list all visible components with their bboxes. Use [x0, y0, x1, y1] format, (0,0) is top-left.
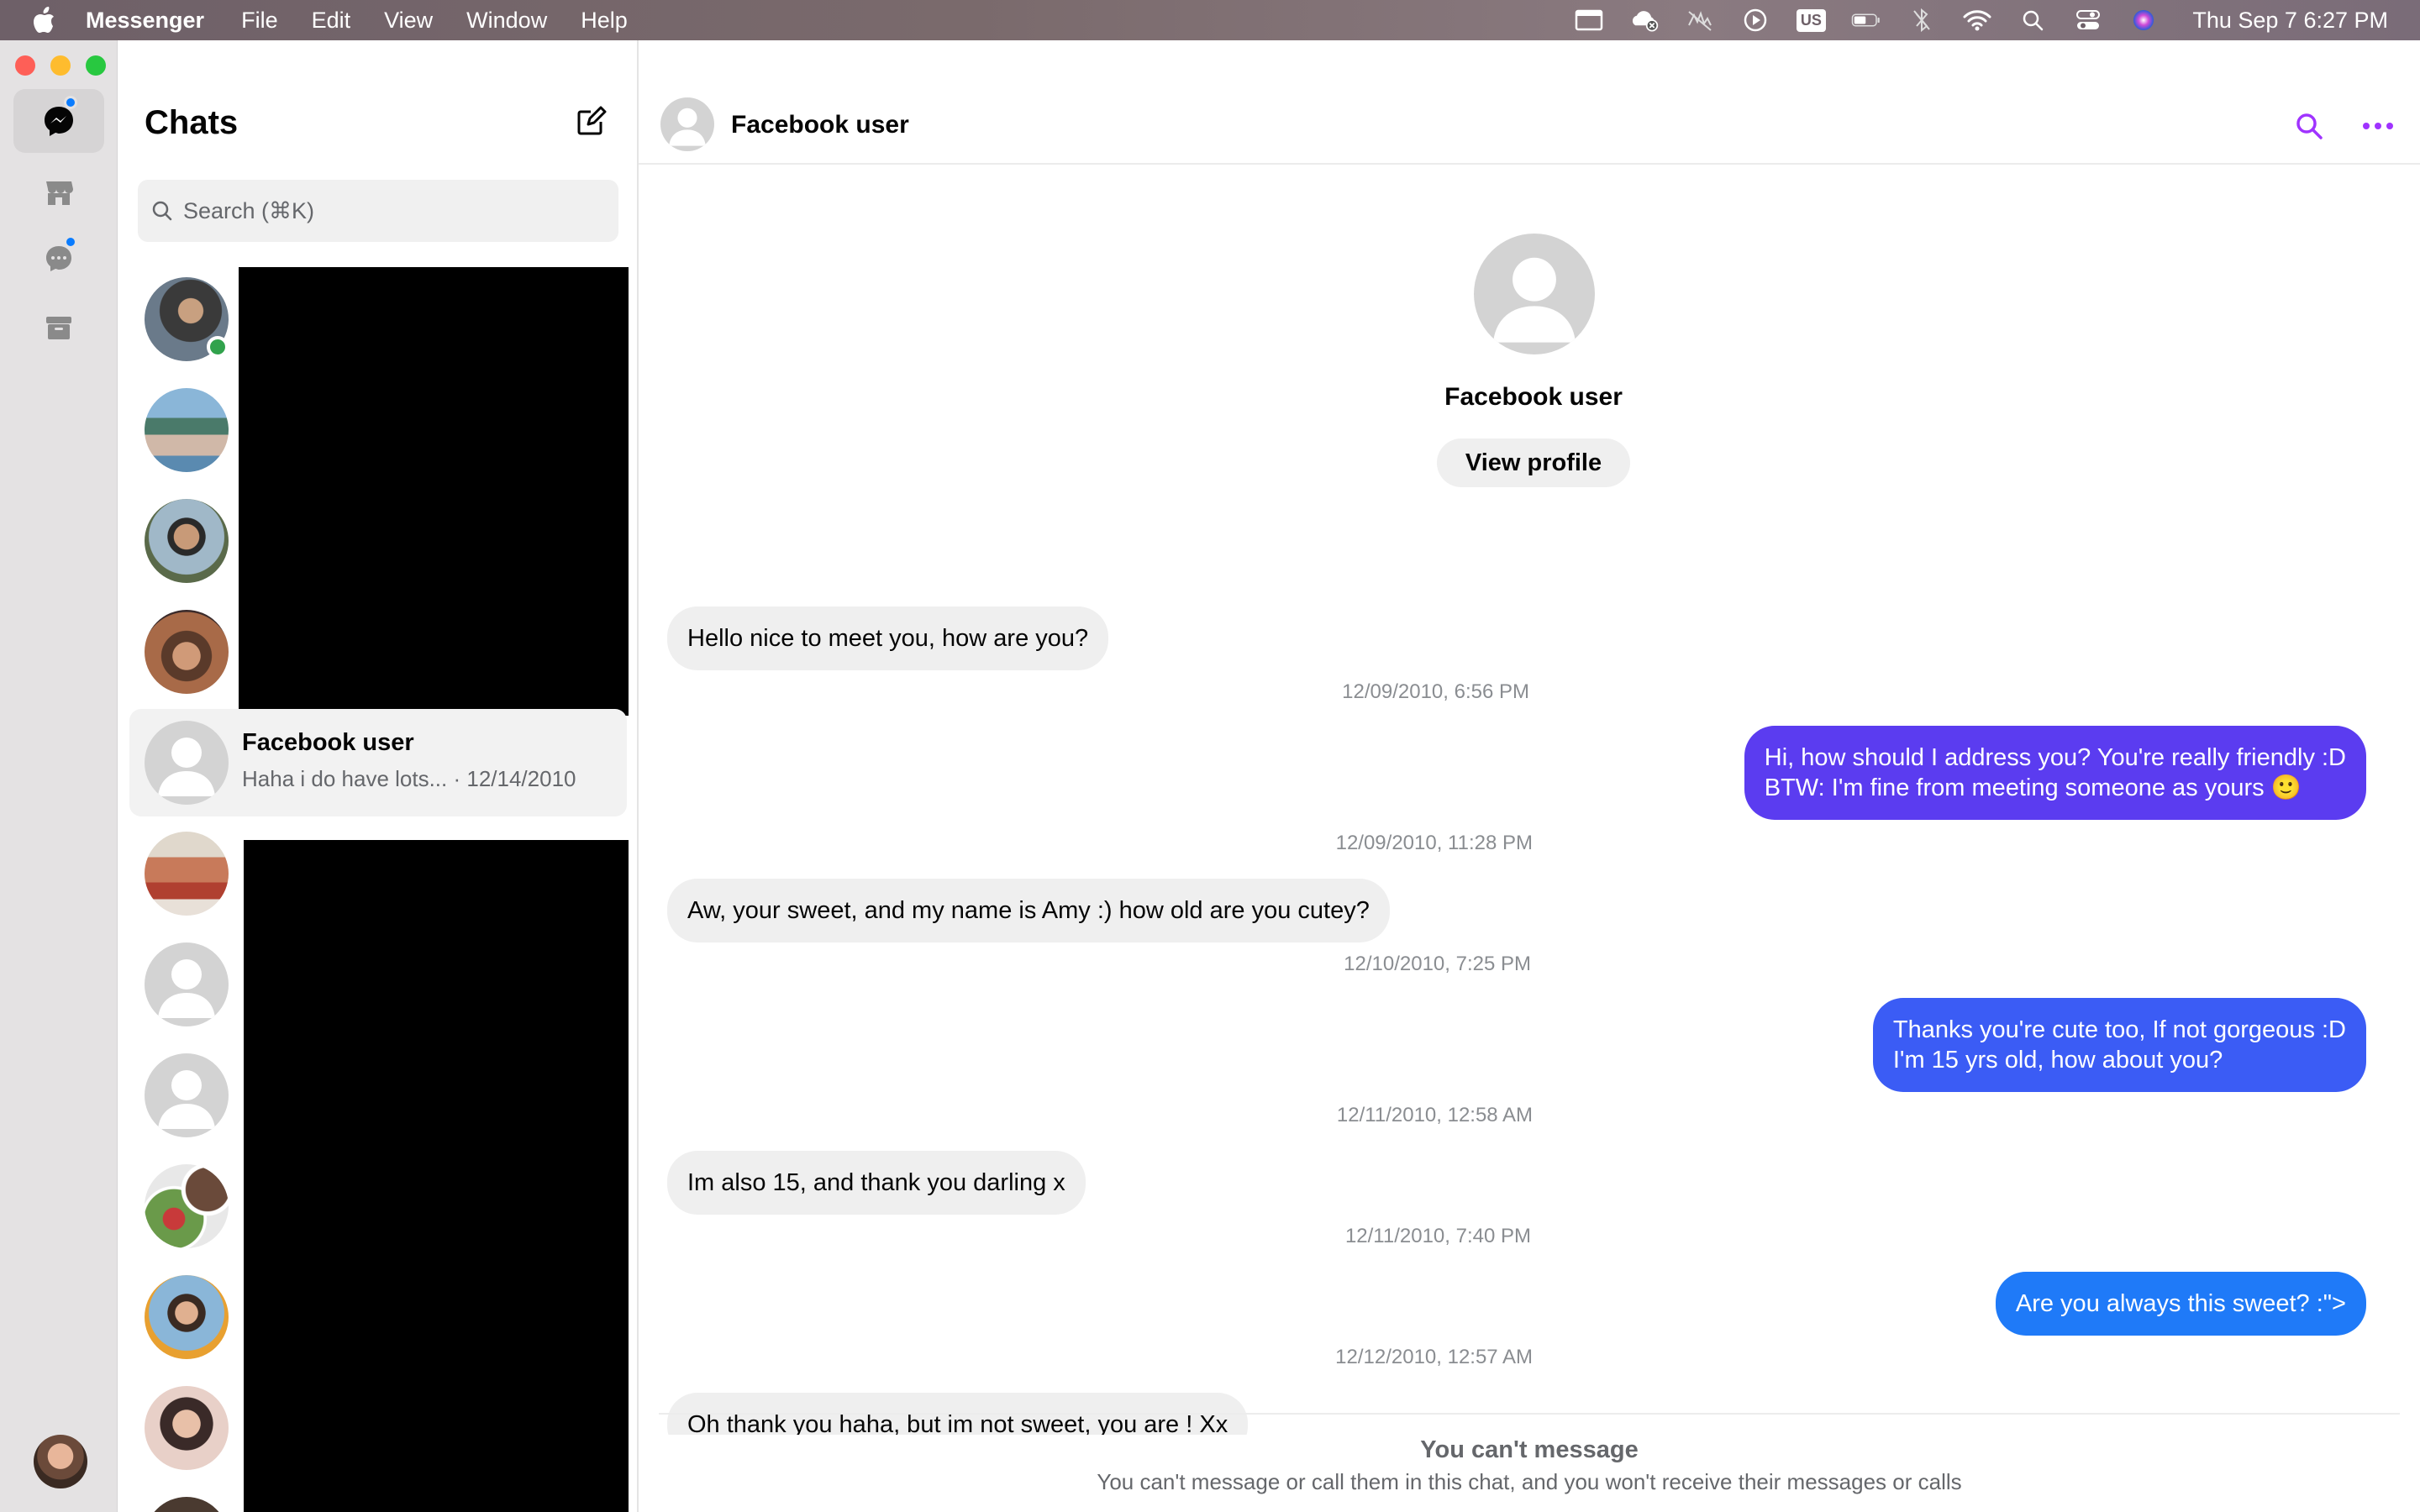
menu-edit[interactable]: Edit — [312, 8, 351, 34]
message-text: Thanks you're cute too, If not gorgeous … — [1892, 1016, 2346, 1043]
rail-marketplace-button[interactable] — [13, 160, 104, 223]
profile-avatar[interactable] — [1474, 234, 1595, 354]
search-bar[interactable] — [138, 180, 618, 242]
creative-cloud-icon[interactable] — [1629, 8, 1660, 33]
menu-file[interactable]: File — [241, 8, 278, 34]
marketplace-icon — [46, 181, 73, 205]
close-window-button[interactable] — [15, 55, 35, 76]
window-controls — [15, 55, 106, 76]
message-text: Are you always this sweet? :"> — [2015, 1290, 2346, 1317]
message-text: I'm 15 yrs old, how about you? — [1892, 1047, 2223, 1074]
message-list: Hello nice to meet you, how are you? 12/… — [639, 511, 2420, 1435]
wifi-icon[interactable] — [1962, 8, 1992, 33]
rail-requests-button[interactable] — [13, 227, 104, 291]
message-timestamp: 12/12/2010, 12:57 AM — [1335, 1346, 1533, 1368]
message-timestamp: 12/10/2010, 7:25 PM — [1344, 953, 1531, 975]
message-text: Aw, your sweet, and my name is Amy :) ho… — [687, 897, 1370, 924]
my-profile-avatar[interactable] — [34, 1435, 87, 1488]
chat-avatar[interactable] — [145, 832, 229, 916]
message-incoming[interactable]: Hello nice to meet you, how are you? — [667, 606, 1109, 670]
message-text: Im also 15, and thank you darling x — [687, 1169, 1065, 1196]
siri-icon[interactable] — [2128, 8, 2159, 33]
keyboard-input-icon[interactable]: US — [1796, 8, 1826, 33]
message-incoming[interactable]: Im also 15, and thank you darling x — [667, 1151, 1086, 1215]
message-timestamp: 12/09/2010, 11:28 PM — [1335, 832, 1533, 854]
default-avatar[interactable] — [145, 1053, 229, 1137]
message-text: Hello nice to meet you, how are you? — [687, 625, 1089, 652]
compose-icon — [577, 106, 607, 135]
default-avatar[interactable] — [145, 942, 229, 1026]
unread-dot — [64, 235, 77, 249]
new-message-button[interactable] — [571, 101, 612, 141]
search-conversation-button[interactable] — [2291, 108, 2328, 144]
chat-name: Facebook user — [242, 729, 414, 756]
menu-app-name[interactable]: Messenger — [86, 8, 204, 34]
redacted-region — [239, 267, 629, 716]
message-text: Hi, how should I address you? You're rea… — [1764, 744, 2346, 771]
messenger-window: Chats Facebook user Haha i do have lots.… — [0, 40, 2420, 1512]
group-avatar[interactable] — [145, 1164, 229, 1248]
menu-help[interactable]: Help — [581, 8, 628, 34]
notice-title: You can't message — [1420, 1436, 1639, 1463]
online-indicator — [207, 336, 229, 358]
chats-title: Chats — [145, 104, 239, 141]
chat-avatar[interactable] — [145, 1497, 229, 1512]
message-outgoing[interactable]: Thanks you're cute too, If not gorgeous … — [1872, 998, 2366, 1092]
chats-panel: Chats Facebook user Haha i do have lots.… — [118, 40, 639, 1512]
chat-avatar[interactable] — [145, 1275, 229, 1359]
more-options-button[interactable] — [2358, 108, 2398, 144]
chat-avatar[interactable] — [145, 610, 229, 694]
search-icon — [2296, 113, 2323, 139]
profile-name: Facebook user — [1444, 383, 1623, 411]
header-contact-name[interactable]: Facebook user — [731, 111, 909, 139]
conversation-header: Facebook user — [639, 40, 2420, 165]
keyboard-badge: US — [1796, 8, 1826, 32]
minimize-window-button[interactable] — [50, 55, 71, 76]
spotlight-search-icon[interactable] — [2018, 8, 2048, 33]
zoom-window-button[interactable] — [86, 55, 106, 76]
message-text: BTW: I'm fine from meeting someone as yo… — [1764, 774, 2302, 801]
chat-avatar[interactable] — [145, 388, 229, 472]
conversation-pane: Facebook user Facebook user View profile… — [639, 40, 2420, 1512]
menubar-clock[interactable]: Thu Sep 7 6:27 PM — [2192, 8, 2388, 34]
chat-list-item-selected[interactable]: Facebook user Haha i do have lots... · 1… — [129, 709, 627, 816]
chat-avatar[interactable] — [145, 1386, 229, 1470]
search-input[interactable] — [183, 197, 587, 224]
message-incoming[interactable]: Aw, your sweet, and my name is Amy :) ho… — [667, 879, 1390, 942]
battery-icon[interactable] — [1851, 8, 1881, 33]
control-center-icon[interactable] — [2073, 8, 2103, 33]
muted-audio-icon[interactable] — [1685, 8, 1715, 33]
play-icon[interactable] — [1740, 8, 1770, 33]
archive-icon — [46, 317, 71, 339]
cant-message-notice: You can't message You can't message or c… — [659, 1413, 2400, 1512]
message-timestamp: 12/11/2010, 7:40 PM — [1344, 1225, 1531, 1247]
apple-icon[interactable] — [32, 6, 57, 34]
rail-archive-button[interactable] — [13, 296, 104, 360]
notice-subtitle: You can't message or call them in this c… — [1097, 1469, 1962, 1494]
chat-preview: Haha i do have lots... · 12/14/2010 — [242, 766, 576, 791]
menubar: Messenger File Edit View Window Help US — [0, 0, 2420, 40]
message-outgoing[interactable]: Hi, how should I address you? You're rea… — [1744, 726, 2366, 820]
nav-rail — [0, 40, 118, 1512]
default-avatar — [145, 721, 229, 805]
view-profile-button[interactable]: View profile — [1437, 438, 1630, 487]
unread-dot — [64, 96, 77, 109]
header-avatar[interactable] — [660, 97, 714, 151]
rail-chats-button[interactable] — [13, 89, 104, 153]
menu-window[interactable]: Window — [466, 8, 547, 34]
search-icon — [150, 198, 175, 223]
window-icon[interactable] — [1574, 8, 1604, 33]
chat-avatar[interactable] — [145, 499, 229, 583]
bluetooth-off-icon[interactable] — [1907, 8, 1937, 33]
message-timestamp: 12/11/2010, 12:58 AM — [1336, 1104, 1533, 1126]
message-timestamp: 12/09/2010, 6:56 PM — [1342, 680, 1529, 703]
message-outgoing[interactable]: Are you always this sweet? :"> — [1995, 1272, 2366, 1336]
more-dots-icon — [2363, 123, 2393, 129]
redacted-region — [244, 840, 629, 1512]
status-area: US Thu Sep 7 6:27 PM — [1574, 0, 2388, 40]
menu-view[interactable]: View — [384, 8, 433, 34]
